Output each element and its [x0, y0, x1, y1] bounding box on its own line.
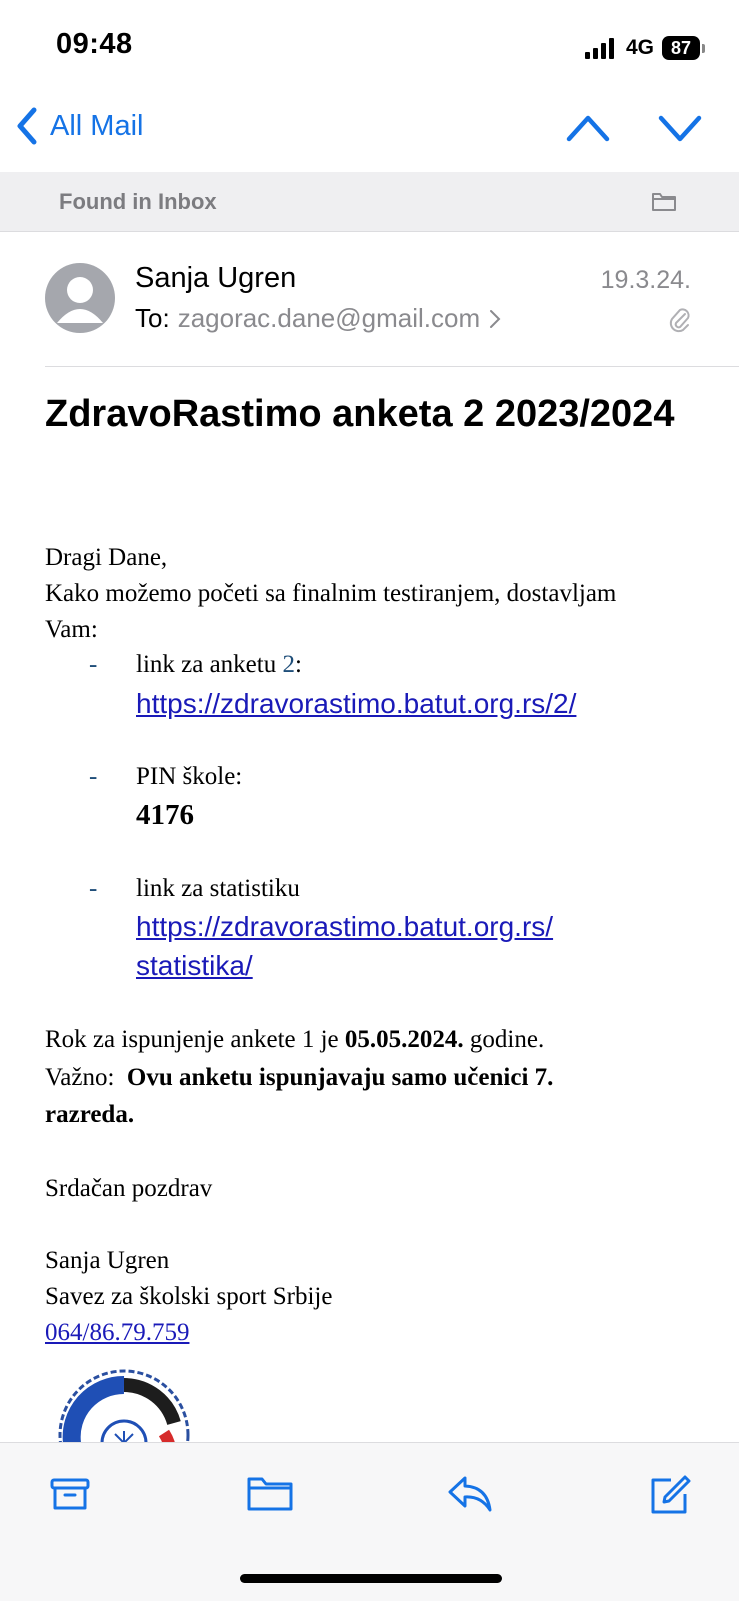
- list-bullet: -: [89, 763, 98, 790]
- status-time: 09:48: [56, 28, 133, 60]
- school-pin: 4176: [136, 799, 194, 831]
- found-in-inbox-label: Found in Inbox: [59, 189, 217, 214]
- home-indicator[interactable]: [240, 1574, 502, 1583]
- battery-level: 87: [662, 36, 700, 60]
- move-to-folder-button[interactable]: [247, 1474, 293, 1517]
- paperclip-icon: [668, 306, 692, 339]
- signature-phone-link[interactable]: 064/86.79.759: [45, 1315, 189, 1351]
- list-bullet: -: [89, 651, 98, 678]
- greeting: Dragi Dane,: [45, 544, 168, 571]
- chevron-down-icon: [658, 115, 702, 142]
- list-item-pin-label: PIN škole:: [136, 763, 243, 790]
- intro-line-2: Vam:: [45, 616, 98, 643]
- back-button[interactable]: All Mail: [14, 106, 143, 146]
- deadline-line: Rok za ispunjenje ankete 1 je 05.05.2024…: [45, 1026, 545, 1053]
- sender-name[interactable]: Sanja Ugren: [135, 262, 296, 295]
- signature-name: Sanja Ugren: [45, 1247, 170, 1274]
- organization-logo: [52, 1363, 202, 1453]
- list-item-survey-link-label: link za anketu 2:: [136, 651, 302, 678]
- back-label: All Mail: [50, 109, 144, 142]
- statistics-link[interactable]: https://zdravorastimo.batut.org.rs/: [136, 907, 553, 946]
- list-bullet: -: [89, 875, 98, 902]
- statistics-link-continued[interactable]: statistika/: [136, 946, 253, 985]
- email-subject: ZdravoRastimo anketa 2 2023/2024: [45, 393, 675, 435]
- network-type: 4G: [625, 36, 654, 59]
- survey-link[interactable]: https://zdravorastimo.batut.org.rs/2/: [136, 684, 576, 723]
- compose-icon: [651, 1475, 691, 1514]
- archive-button[interactable]: [50, 1474, 90, 1519]
- intro-line-1: Kako možemo početi sa finalnim testiranj…: [45, 580, 617, 607]
- recipient-row[interactable]: To: zagorac.dane@gmail.com: [135, 303, 502, 334]
- folder-icon[interactable]: [651, 190, 677, 217]
- next-message-button[interactable]: [658, 112, 702, 149]
- closing: Srdačan pozdrav: [45, 1175, 213, 1202]
- recipient-address[interactable]: zagorac.dane@gmail.com: [178, 303, 480, 334]
- move-folder-icon: [247, 1477, 293, 1511]
- signature-organization: Savez za školski sport Srbije: [45, 1283, 333, 1310]
- compose-button[interactable]: [649, 1474, 691, 1521]
- battery-icon: 87: [662, 36, 705, 60]
- to-label: To:: [135, 303, 170, 333]
- chevron-right-icon: [490, 309, 501, 328]
- signal-icon: [584, 37, 614, 59]
- chevron-up-icon: [566, 115, 610, 142]
- reply-icon: [448, 1476, 492, 1512]
- chevron-left-icon: [17, 107, 37, 145]
- reply-button[interactable]: [447, 1474, 493, 1519]
- previous-message-button[interactable]: [566, 112, 610, 149]
- status-indicators: 4G 87: [584, 32, 705, 64]
- list-item-statistics-label: link za statistiku: [136, 875, 300, 902]
- header-divider: [45, 366, 739, 367]
- important-line: Važno: Ovu anketu ispunjavaju samo učeni…: [45, 1064, 554, 1091]
- avatar[interactable]: [45, 263, 115, 333]
- send-date: 19.3.24.: [600, 266, 691, 294]
- archive-icon: [50, 1478, 90, 1510]
- important-line-2: razreda.: [45, 1101, 135, 1128]
